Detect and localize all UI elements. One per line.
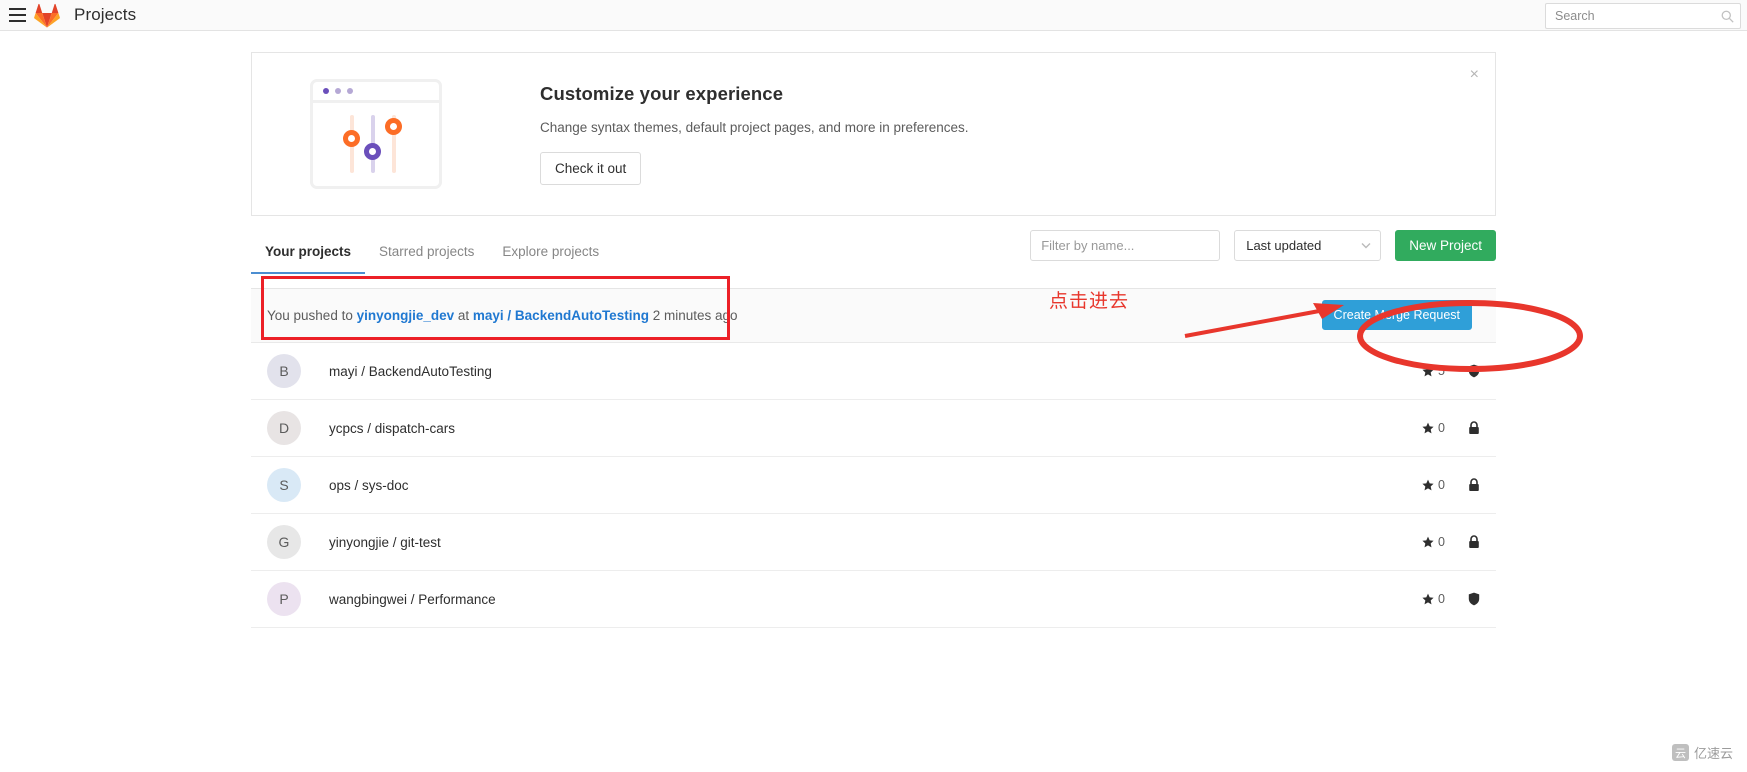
row-meta: 0 [1422, 592, 1480, 606]
star-icon [1422, 593, 1434, 605]
table-row[interactable]: G yinyongjie / git-test 0 [251, 514, 1496, 571]
star-count-value: 5 [1438, 364, 1445, 378]
row-meta: 0 [1422, 535, 1480, 549]
slider-knob-purple [364, 143, 381, 160]
illustration-dot [335, 88, 341, 94]
activity-branch-link[interactable]: yinyongjie_dev [357, 308, 455, 323]
illustration-dot [347, 88, 353, 94]
row-meta: 5 [1422, 364, 1480, 378]
content-container: Customize your experience Change syntax … [251, 52, 1496, 628]
page-title: Projects [74, 5, 137, 24]
banner-title: Customize your experience [540, 83, 784, 104]
gitlab-logo-icon[interactable] [34, 3, 60, 28]
create-merge-request-button[interactable]: Create Merge Request [1321, 300, 1472, 330]
table-row[interactable]: B mayi / BackendAutoTesting 5 [251, 343, 1496, 400]
sort-dropdown-value: Last updated [1246, 238, 1322, 253]
hamburger-icon[interactable] [0, 0, 30, 31]
preferences-sliders-illustration [310, 79, 442, 189]
row-meta: 0 [1422, 421, 1480, 435]
illustration-sliders [313, 103, 439, 186]
search-input[interactable] [1555, 9, 1721, 23]
banner-illustration [252, 79, 500, 189]
project-name-link[interactable]: ycpcs / dispatch-cars [329, 421, 455, 436]
project-name-link[interactable]: ops / sys-doc [329, 478, 409, 493]
star-count[interactable]: 0 [1422, 421, 1445, 435]
activity-middle: at [454, 308, 473, 323]
avatar: P [267, 582, 301, 616]
activity-push-row: You pushed to yinyongjie_dev at mayi / B… [251, 289, 1496, 343]
lock-icon [1469, 535, 1479, 548]
avatar: B [267, 354, 301, 388]
search-icon [1721, 10, 1734, 23]
star-count-value: 0 [1438, 421, 1445, 435]
shield-icon [1468, 592, 1480, 606]
avatar: D [267, 411, 301, 445]
star-count[interactable]: 0 [1422, 535, 1445, 549]
top-navbar: Projects [0, 0, 1747, 31]
new-project-button[interactable]: New Project [1395, 230, 1496, 261]
star-icon [1422, 365, 1434, 377]
star-count-value: 0 [1438, 478, 1445, 492]
close-icon[interactable]: × [1470, 67, 1479, 83]
table-row[interactable]: S ops / sys-doc 0 [251, 457, 1496, 514]
lock-icon [1469, 478, 1479, 491]
illustration-dot [323, 88, 329, 94]
star-count-value: 0 [1438, 535, 1445, 549]
projects-tabs-row: Your projects Starred projects Explore p… [251, 230, 1496, 289]
star-count[interactable]: 5 [1422, 364, 1445, 378]
tab-starred-projects[interactable]: Starred projects [365, 244, 488, 273]
customize-experience-banner: Customize your experience Change syntax … [251, 52, 1496, 216]
sort-dropdown[interactable]: Last updated [1234, 230, 1382, 261]
illustration-titlebar [313, 82, 439, 103]
navbar-left-group: Projects [0, 0, 136, 30]
watermark-text: 亿速云 [1693, 746, 1733, 761]
activity-prefix: You pushed to [267, 308, 357, 323]
star-count-value: 0 [1438, 592, 1445, 606]
lock-icon [1469, 421, 1479, 434]
star-count[interactable]: 0 [1422, 478, 1445, 492]
activity-timestamp: 2 minutes ago [648, 308, 738, 323]
banner-text-block: Customize your experience Change syntax … [500, 83, 969, 185]
star-icon [1422, 536, 1434, 548]
avatar: S [267, 468, 301, 502]
activity-project-link[interactable]: mayi / BackendAutoTesting [473, 308, 649, 323]
project-name-link[interactable]: wangbingwei / Performance [329, 592, 496, 607]
slider-knob-orange [385, 118, 402, 135]
star-icon [1422, 479, 1434, 491]
project-name-link[interactable]: yinyongjie / git-test [329, 535, 441, 550]
avatar: G [267, 525, 301, 559]
watermark: 云 亿速云 [1671, 743, 1733, 762]
search-box[interactable] [1545, 3, 1741, 29]
projects-controls: Last updated New Project [1030, 230, 1496, 261]
row-meta: 0 [1422, 478, 1480, 492]
filter-by-name-input[interactable] [1030, 230, 1221, 261]
watermark-logo-icon: 云 [1671, 744, 1689, 761]
table-row[interactable]: D ycpcs / dispatch-cars 0 [251, 400, 1496, 457]
banner-description: Change syntax themes, default project pa… [540, 120, 969, 135]
activity-message: You pushed to yinyongjie_dev at mayi / B… [267, 308, 738, 323]
check-it-out-button[interactable]: Check it out [540, 152, 642, 185]
page-body: Customize your experience Change syntax … [0, 31, 1747, 628]
slider-knob-orange [343, 130, 360, 147]
shield-icon [1468, 364, 1480, 378]
project-name-link[interactable]: mayi / BackendAutoTesting [329, 364, 492, 379]
tab-list: Your projects Starred projects Explore p… [251, 244, 613, 274]
star-icon [1422, 422, 1434, 434]
table-row[interactable]: P wangbingwei / Performance 0 [251, 571, 1496, 628]
star-count[interactable]: 0 [1422, 592, 1445, 606]
tab-explore-projects[interactable]: Explore projects [488, 244, 613, 273]
chevron-down-icon [1361, 243, 1371, 249]
tab-your-projects[interactable]: Your projects [251, 244, 366, 274]
